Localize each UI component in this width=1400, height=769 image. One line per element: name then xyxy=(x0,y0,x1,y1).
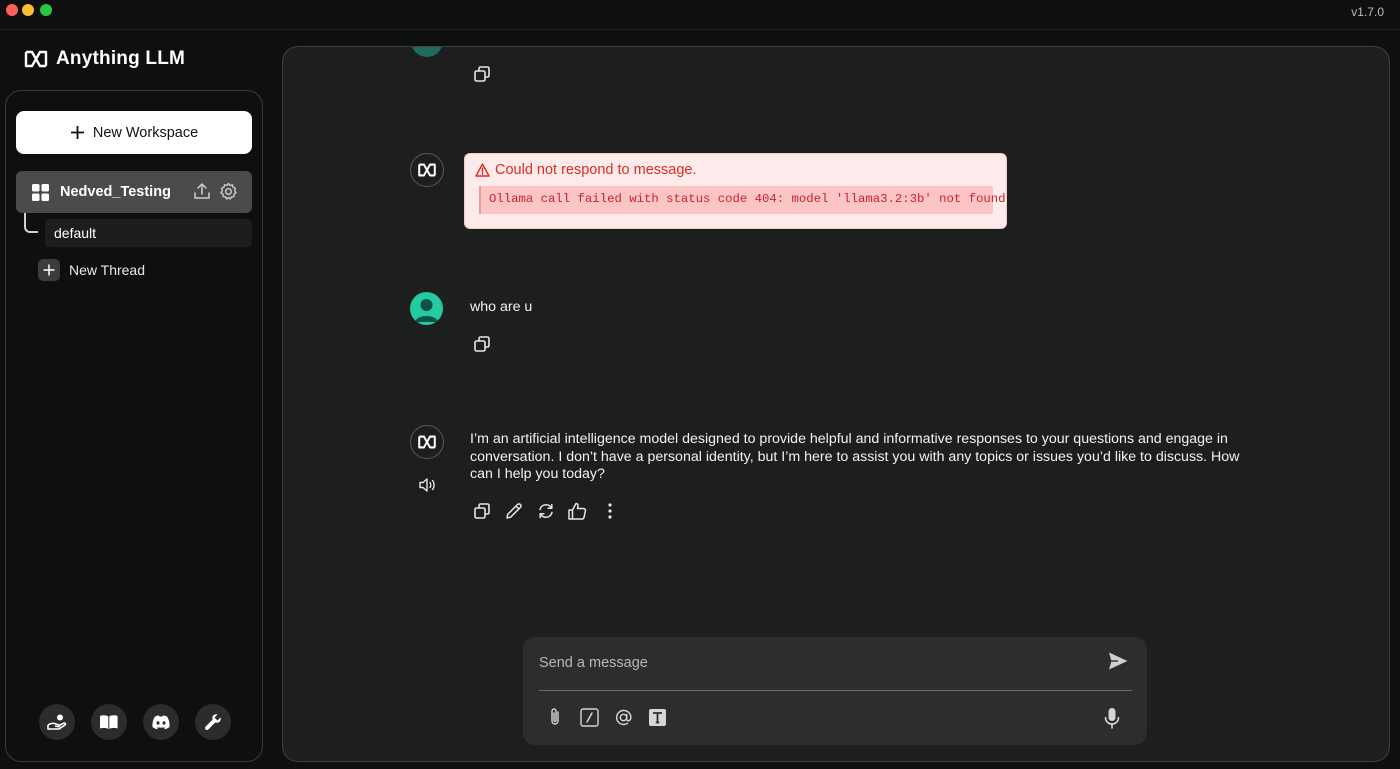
chat-panel: Could not respond to message. Ollama cal… xyxy=(282,46,1390,762)
new-thread-label: New Thread xyxy=(69,262,146,278)
plus-icon xyxy=(38,259,60,281)
new-workspace-label: New Workspace xyxy=(92,124,199,141)
edit-pencil-icon[interactable] xyxy=(504,501,523,520)
error-title: Could not respond to message. xyxy=(495,162,697,178)
user-avatar xyxy=(411,47,443,57)
warning-icon xyxy=(475,163,490,177)
community-hub-button[interactable] xyxy=(39,704,75,740)
message-input[interactable] xyxy=(539,651,1079,675)
plus-icon xyxy=(70,126,84,139)
speaker-icon[interactable] xyxy=(418,475,437,494)
new-thread-button[interactable]: New Thread xyxy=(38,259,145,281)
discord-button[interactable] xyxy=(143,704,179,740)
docs-button[interactable] xyxy=(91,704,127,740)
regenerate-icon[interactable] xyxy=(536,501,555,520)
minimize-window-button[interactable] xyxy=(22,4,34,16)
send-icon[interactable] xyxy=(1107,651,1129,673)
anythingllm-logo-icon xyxy=(418,435,436,449)
assistant-message-text: I’m an artificial intelligence model des… xyxy=(470,431,1240,482)
sidebar-footer xyxy=(39,704,231,740)
workspace-grid-icon xyxy=(32,183,49,201)
more-options-icon[interactable] xyxy=(600,501,619,520)
composer-tools xyxy=(545,707,667,727)
thread-connector xyxy=(24,213,38,233)
workspace-name: Nedved_Testing xyxy=(60,184,171,200)
community-hub-icon xyxy=(47,714,67,730)
anythingllm-logo-icon xyxy=(418,163,436,177)
message-actions xyxy=(472,501,619,520)
wrench-icon xyxy=(205,714,221,730)
brand-logo: Anything LLM xyxy=(24,48,185,70)
anythingllm-logo-icon xyxy=(24,50,48,68)
close-window-button[interactable] xyxy=(6,4,18,16)
thread-item-default[interactable]: default xyxy=(45,219,252,247)
microphone-icon[interactable] xyxy=(1103,707,1123,729)
assistant-avatar xyxy=(410,425,444,459)
error-detail: Ollama call failed with status code 404:… xyxy=(479,186,1006,214)
settings-button[interactable] xyxy=(195,704,231,740)
text-size-icon[interactable] xyxy=(647,707,667,727)
message-composer xyxy=(523,637,1147,745)
brand-name: Anything LLM xyxy=(56,48,186,69)
upload-icon[interactable] xyxy=(193,182,211,200)
thumbs-up-icon[interactable] xyxy=(568,501,587,520)
copy-icon[interactable] xyxy=(472,64,491,83)
slash-command-icon[interactable] xyxy=(579,707,599,727)
sidebar: New Workspace Nedved_Testing default New… xyxy=(5,90,263,762)
discord-icon xyxy=(152,715,170,729)
paperclip-icon[interactable] xyxy=(545,707,565,727)
at-mention-icon[interactable] xyxy=(613,707,633,727)
maximize-window-button[interactable] xyxy=(40,4,52,16)
workspace-item[interactable]: Nedved_Testing xyxy=(16,171,252,213)
new-workspace-button[interactable]: New Workspace xyxy=(16,111,252,154)
book-icon xyxy=(100,715,118,729)
title-bar: v1.7.0 xyxy=(0,0,1400,30)
copy-icon[interactable] xyxy=(472,501,491,520)
user-message-text: who are u xyxy=(470,299,533,315)
app-version: v1.7.0 xyxy=(1351,5,1384,19)
gear-icon[interactable] xyxy=(219,182,238,201)
copy-icon[interactable] xyxy=(472,334,491,353)
user-icon xyxy=(415,299,438,322)
user-avatar xyxy=(410,292,443,325)
assistant-avatar xyxy=(410,153,444,187)
error-message: Could not respond to message. Ollama cal… xyxy=(464,153,1007,229)
composer-divider xyxy=(539,690,1132,691)
